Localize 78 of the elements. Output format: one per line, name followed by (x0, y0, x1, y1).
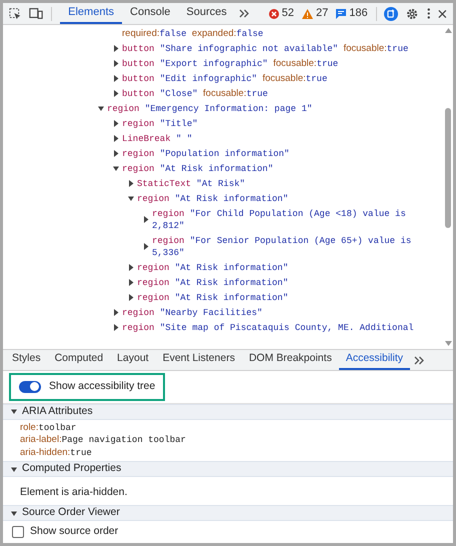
expand-triangle-icon[interactable] (113, 75, 119, 82)
tree-node-text[interactable]: region "Title" (122, 118, 202, 130)
tree-node-text[interactable]: region "Nearby Facilities" (122, 306, 266, 318)
expand-triangle-icon[interactable] (113, 45, 119, 52)
toggle-label: Show accessibility tree (49, 379, 156, 394)
collapse-triangle-icon[interactable] (98, 105, 104, 112)
panel-tab[interactable]: Computed (48, 350, 110, 370)
message-count: 186 (349, 6, 368, 22)
section-title: Source Order Viewer (22, 505, 120, 520)
tree-node-text: required:false expanded:false (122, 28, 264, 40)
computed-property-text: Element is aria-hidden. (20, 486, 128, 498)
panel-tab[interactable]: Styles (5, 350, 48, 370)
panel-tab[interactable]: Accessibility (338, 350, 410, 370)
tree-node-text[interactable]: region "At Risk information" (137, 262, 292, 274)
tree-node-text[interactable]: region "Population information" (122, 148, 294, 160)
toggle-switch[interactable] (19, 380, 41, 393)
panel-tab[interactable]: DOM Breakpoints (242, 350, 339, 370)
tree-node-text[interactable]: region "Site map of Piscataquis County, ME. Additional (122, 322, 418, 334)
error-icon (268, 8, 279, 18)
warning-count: 27 (316, 6, 328, 22)
collapse-triangle-icon[interactable] (128, 195, 134, 202)
panel-tab[interactable]: Event Listeners (156, 350, 242, 370)
aria-attribute: aria-hidden:true (20, 446, 93, 460)
expand-triangle-icon[interactable] (128, 264, 134, 271)
tree-node-text[interactable]: region "At Risk information" (137, 292, 292, 304)
collapse-triangle-icon[interactable] (11, 408, 17, 416)
collapse-triangle-icon[interactable] (11, 466, 17, 473)
scrollbar[interactable] (443, 25, 453, 349)
close-icon[interactable] (438, 8, 448, 18)
tree-node-text[interactable]: button "Edit infographic" focusable:true (122, 72, 332, 84)
tree-node-text[interactable]: LineBreak " " (122, 132, 196, 144)
tree-node-text[interactable]: button "Close" focusable:true (122, 88, 272, 100)
expand-triangle-icon[interactable] (143, 216, 149, 223)
collapse-triangle-icon[interactable] (113, 165, 119, 172)
aria-attribute: role:toolbar (20, 422, 78, 434)
expand-triangle-icon[interactable] (143, 243, 149, 250)
error-count: 52 (282, 6, 294, 22)
tree-node-text[interactable]: region "At Risk information" (122, 162, 278, 174)
settings-icon[interactable] (406, 6, 419, 20)
tree-node-text[interactable]: region "At Risk information" (137, 192, 292, 204)
checkbox-label: Show source order (30, 524, 118, 540)
warning-icon (302, 8, 313, 18)
section-header[interactable]: ARIA Attributes (3, 404, 453, 420)
section-title: ARIA Attributes (22, 404, 93, 419)
tree-node-text[interactable]: StaticText "At Risk" (137, 178, 250, 190)
tree-node-text[interactable]: region "At Risk information" (137, 276, 292, 288)
expand-triangle-icon[interactable] (128, 279, 134, 286)
section-header[interactable]: Computed Properties (3, 461, 453, 478)
expand-triangle-icon[interactable] (113, 150, 119, 157)
section-header[interactable]: Source Order Viewer (3, 505, 453, 522)
device-toolbar-icon[interactable] (29, 7, 44, 20)
collapse-triangle-icon[interactable] (11, 510, 17, 517)
expand-triangle-icon[interactable] (128, 294, 134, 301)
extension-icon[interactable] (384, 6, 398, 22)
show-source-order-checkbox[interactable] (12, 526, 24, 538)
aria-attribute: aria-label:Page navigation toolbar (20, 434, 187, 447)
section-title: Computed Properties (22, 461, 122, 476)
expand-triangle-icon[interactable] (113, 135, 119, 142)
devtools-tab[interactable]: Elements (60, 3, 122, 24)
expand-triangle-icon[interactable] (113, 120, 119, 127)
panel-tab[interactable]: Layout (110, 350, 156, 370)
tree-node-text[interactable]: region "Emergency Information: page 1" (107, 102, 316, 114)
more-options-icon[interactable] (426, 7, 430, 20)
scroll-up-arrow-icon[interactable] (444, 28, 452, 33)
devtools-tab[interactable]: Sources (178, 3, 235, 24)
expand-triangle-icon[interactable] (113, 309, 119, 316)
message-icon (336, 8, 346, 18)
devtools-tab[interactable]: Console (122, 3, 178, 24)
expand-triangle-icon[interactable] (128, 180, 134, 187)
expand-triangle-icon[interactable] (113, 60, 119, 67)
tree-node-text[interactable]: region "For Child Population (Age <18) value is 2,812" (152, 208, 443, 232)
expand-triangle-icon[interactable] (113, 324, 119, 331)
inspect-element-icon[interactable] (9, 6, 22, 20)
tree-node-text[interactable]: region "For Senior Population (Age 65+) value is 5,336" (152, 234, 443, 258)
scroll-down-arrow-icon[interactable] (444, 341, 452, 346)
tree-node-text[interactable]: button "Export infographic" focusable:true (122, 58, 342, 70)
tree-node-text[interactable]: button "Share infographic not available" focusable:true (122, 42, 412, 54)
expand-triangle-icon[interactable] (113, 90, 119, 97)
